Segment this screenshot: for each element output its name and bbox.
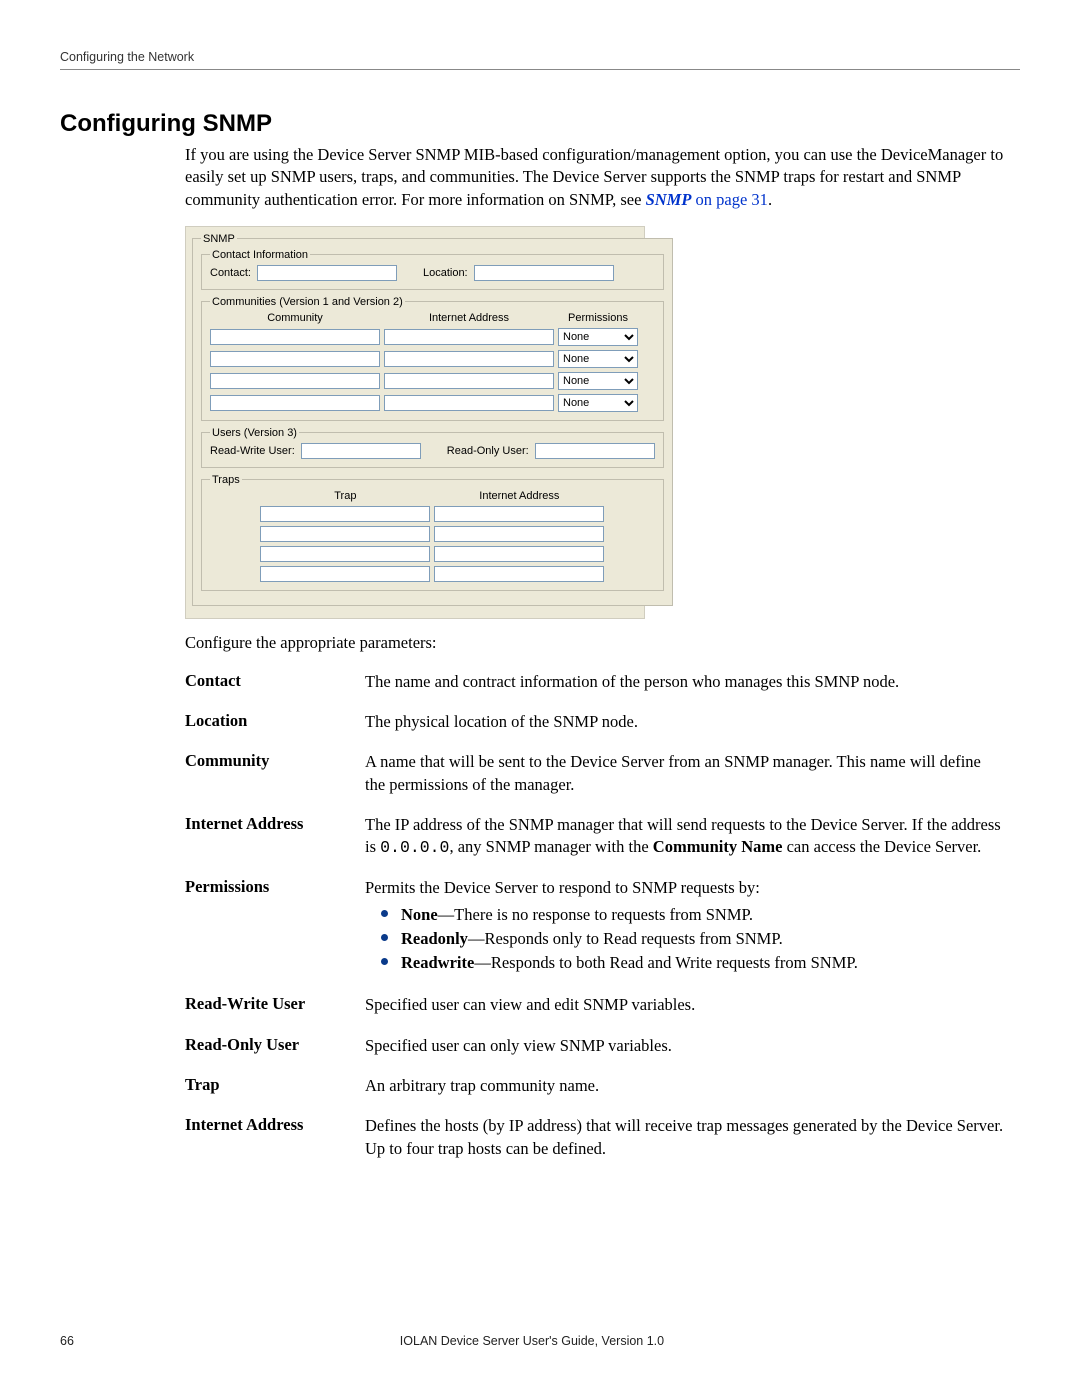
table-row: Trap An arbitrary trap community name. (185, 1071, 1015, 1111)
intro-end: . (768, 190, 772, 209)
community-input-2[interactable] (210, 351, 380, 367)
trap-input-4[interactable] (260, 566, 430, 582)
snmp-link-page[interactable]: on page 31 (691, 190, 768, 209)
param-name-trapaddr: Internet Address (185, 1111, 365, 1174)
param-desc-permissions: Permits the Device Server to respond to … (365, 873, 1015, 990)
trap-addr-header: Internet Address (434, 490, 604, 502)
table-row: Internet Address The IP address of the S… (185, 810, 1015, 874)
list-item: Readwrite—Responds to both Read and Writ… (381, 952, 1005, 974)
snmp-root-legend: SNMP (201, 233, 237, 245)
table-row: Read-Write User Specified user can view … (185, 990, 1015, 1030)
page-number: 66 (60, 1334, 74, 1348)
inet-addr-header: Internet Address (384, 312, 554, 324)
section-title: Configuring SNMP (60, 110, 1020, 138)
intro-text: If you are using the Device Server SNMP … (185, 145, 1003, 209)
rw-user-input[interactable] (301, 443, 421, 459)
table-row: Internet Address Defines the hosts (by I… (185, 1111, 1015, 1174)
community-addr-input-1[interactable] (384, 329, 554, 345)
community-addr-input-2[interactable] (384, 351, 554, 367)
footer-text: IOLAN Device Server User's Guide, Versio… (400, 1334, 664, 1348)
location-input[interactable] (474, 265, 614, 281)
users-legend: Users (Version 3) (210, 427, 299, 439)
param-desc-trapaddr: Defines the hosts (by IP address) that w… (365, 1111, 1015, 1174)
params-table: Contact The name and contract informatio… (185, 667, 1015, 1174)
community-input-1[interactable] (210, 329, 380, 345)
param-name-contact: Contact (185, 667, 365, 707)
param-name-rouser: Read-Only User (185, 1031, 365, 1071)
permissions-select-3[interactable]: None (558, 372, 638, 390)
community-addr-input-3[interactable] (384, 373, 554, 389)
param-desc-rouser: Specified user can only view SNMP variab… (365, 1031, 1015, 1071)
ro-user-input[interactable] (535, 443, 655, 459)
communities-fieldset: Communities (Version 1 and Version 2) Co… (201, 296, 664, 421)
running-header: Configuring the Network (60, 50, 1020, 64)
contact-info-fieldset: Contact Information Contact: Location: (201, 249, 664, 290)
users-fieldset: Users (Version 3) Read-Write User: Read-… (201, 427, 664, 468)
permissions-select-1[interactable]: None (558, 328, 638, 346)
params-intro: Configure the appropriate parameters: (185, 633, 1020, 653)
table-row: Contact The name and contract informatio… (185, 667, 1015, 707)
trap-addr-input-1[interactable] (434, 506, 604, 522)
contact-label: Contact: (210, 267, 251, 279)
snmp-root-fieldset: SNMP Contact Information Contact: Locati… (192, 233, 673, 606)
trap-input-3[interactable] (260, 546, 430, 562)
param-desc-contact: The name and contract information of the… (365, 667, 1015, 707)
communities-legend: Communities (Version 1 and Version 2) (210, 296, 405, 308)
table-row: Permissions Permits the Device Server to… (185, 873, 1015, 990)
param-name-rwuser: Read-Write User (185, 990, 365, 1030)
trap-addr-input-2[interactable] (434, 526, 604, 542)
trap-input-1[interactable] (260, 506, 430, 522)
table-row: Location The physical location of the SN… (185, 707, 1015, 747)
section-intro: If you are using the Device Server SNMP … (185, 144, 1020, 211)
trap-addr-input-3[interactable] (434, 546, 604, 562)
param-name-inetaddr: Internet Address (185, 810, 365, 874)
contact-input[interactable] (257, 265, 397, 281)
community-addr-input-4[interactable] (384, 395, 554, 411)
table-row: Community A name that will be sent to th… (185, 747, 1015, 810)
permissions-header: Permissions (558, 312, 638, 324)
community-input-3[interactable] (210, 373, 380, 389)
traps-fieldset: Traps Trap Internet Address (201, 474, 664, 591)
permissions-select-4[interactable]: None (558, 394, 638, 412)
table-row: Read-Only User Specified user can only v… (185, 1031, 1015, 1071)
snmp-link[interactable]: SNMP (646, 190, 692, 209)
location-label: Location: (423, 267, 468, 279)
community-header: Community (210, 312, 380, 324)
list-item: None—There is no response to requests fr… (381, 904, 1005, 926)
header-rule (60, 69, 1020, 70)
param-desc-rwuser: Specified user can view and edit SNMP va… (365, 990, 1015, 1030)
param-name-community: Community (185, 747, 365, 810)
trap-header: Trap (260, 490, 430, 502)
param-name-permissions: Permissions (185, 873, 365, 990)
ro-user-label: Read-Only User: (447, 445, 529, 457)
param-desc-location: The physical location of the SNMP node. (365, 707, 1015, 747)
snmp-dialog: SNMP Contact Information Contact: Locati… (185, 226, 645, 619)
param-desc-community: A name that will be sent to the Device S… (365, 747, 1015, 810)
traps-legend: Traps (210, 474, 242, 486)
page-footer: 66 IOLAN Device Server User's Guide, Ver… (60, 1334, 1020, 1348)
list-item: Readonly—Responds only to Read requests … (381, 928, 1005, 950)
community-input-4[interactable] (210, 395, 380, 411)
rw-user-label: Read-Write User: (210, 445, 295, 457)
permissions-select-2[interactable]: None (558, 350, 638, 368)
param-name-location: Location (185, 707, 365, 747)
param-desc-trap: An arbitrary trap community name. (365, 1071, 1015, 1111)
trap-input-2[interactable] (260, 526, 430, 542)
contact-info-legend: Contact Information (210, 249, 310, 261)
trap-addr-input-4[interactable] (434, 566, 604, 582)
param-name-trap: Trap (185, 1071, 365, 1111)
param-desc-inetaddr: The IP address of the SNMP manager that … (365, 810, 1015, 874)
